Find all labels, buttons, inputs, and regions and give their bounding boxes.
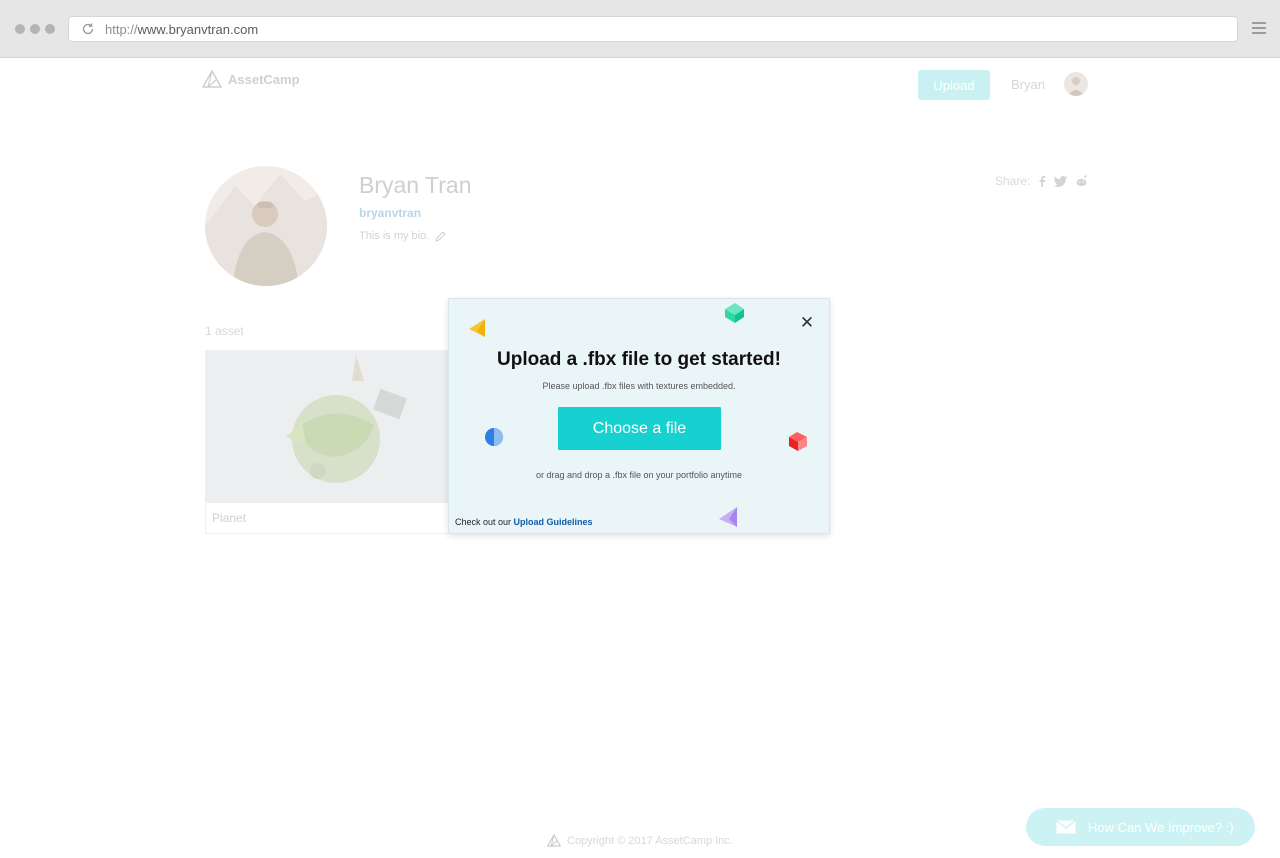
footer-logo-icon <box>547 834 561 847</box>
nav-avatar[interactable] <box>1064 72 1088 96</box>
asset-thumbnail[interactable] <box>206 351 454 503</box>
window-maximize-dot[interactable] <box>45 24 55 34</box>
address-bar[interactable]: http://www.bryanvtran.com <box>68 16 1238 42</box>
window-close-dot[interactable] <box>15 24 25 34</box>
window-controls <box>15 24 55 34</box>
edit-pencil-icon[interactable] <box>435 230 447 242</box>
upload-button[interactable]: Upload <box>918 70 990 100</box>
url-scheme: http:// <box>105 22 138 37</box>
purple-pyramid-icon <box>719 507 737 527</box>
asset-title[interactable]: Planet <box>212 511 246 525</box>
browser-menu-icon[interactable] <box>1252 22 1266 36</box>
logo[interactable]: AssetCamp <box>202 70 300 88</box>
yellow-pyramid-icon <box>469 319 485 337</box>
modal-drag-hint: or drag and drop a .fbx file on your por… <box>535 470 743 480</box>
profile-handle[interactable]: bryanvtran <box>359 206 421 220</box>
reddit-icon[interactable] <box>1075 175 1088 187</box>
blue-sphere-icon <box>485 428 503 446</box>
asset-count: 1 asset <box>205 324 244 338</box>
red-cube-icon <box>789 432 807 451</box>
footer: Copyright © 2017 AssetCamp Inc. <box>547 834 733 847</box>
logo-text: AssetCamp <box>228 71 300 87</box>
facebook-icon[interactable] <box>1038 175 1046 187</box>
modal-close-icon[interactable]: ✕ <box>799 314 815 331</box>
copyright-text: Copyright © 2017 AssetCamp Inc. <box>567 834 733 847</box>
url-host: www.bryanvtran.com <box>137 22 259 37</box>
share-bar: Share: <box>995 174 1088 188</box>
browser-chrome: http://www.bryanvtran.com <box>0 0 1280 58</box>
profile-photo <box>205 166 327 286</box>
twitter-icon[interactable] <box>1054 175 1068 187</box>
choose-file-button[interactable]: Choose a file <box>558 407 721 450</box>
logo-icon <box>202 70 222 88</box>
profile-bio: This is my bio. <box>359 230 447 242</box>
profile-bio-text: This is my bio. <box>359 230 430 242</box>
nav-user-name[interactable]: Bryan <box>1011 77 1045 92</box>
upload-guidelines-text: Check out our Upload Guidelines <box>455 517 593 527</box>
feedback-button[interactable]: How Can We Improve? :) <box>1026 808 1255 846</box>
guide-prefix: Check out our <box>455 517 512 527</box>
asset-card[interactable]: Planet <box>205 350 455 534</box>
reload-icon[interactable] <box>81 22 95 36</box>
modal-title: Upload a .fbx file to get started! <box>497 349 781 370</box>
window-minimize-dot[interactable] <box>30 24 40 34</box>
modal-subtitle: Please upload .fbx files with textures e… <box>542 381 736 391</box>
envelope-icon <box>1056 820 1076 834</box>
profile-name: Bryan Tran <box>359 172 472 198</box>
url-text: http://www.bryanvtran.com <box>105 22 258 37</box>
green-cube-icon <box>725 303 744 323</box>
share-label: Share: <box>995 174 1031 188</box>
upload-modal: ✕ Upload a .fbx file to get started! Ple… <box>448 298 830 534</box>
feedback-label: How Can We Improve? :) <box>1088 819 1234 835</box>
upload-guidelines-link[interactable]: Upload Guidelines <box>514 517 593 527</box>
